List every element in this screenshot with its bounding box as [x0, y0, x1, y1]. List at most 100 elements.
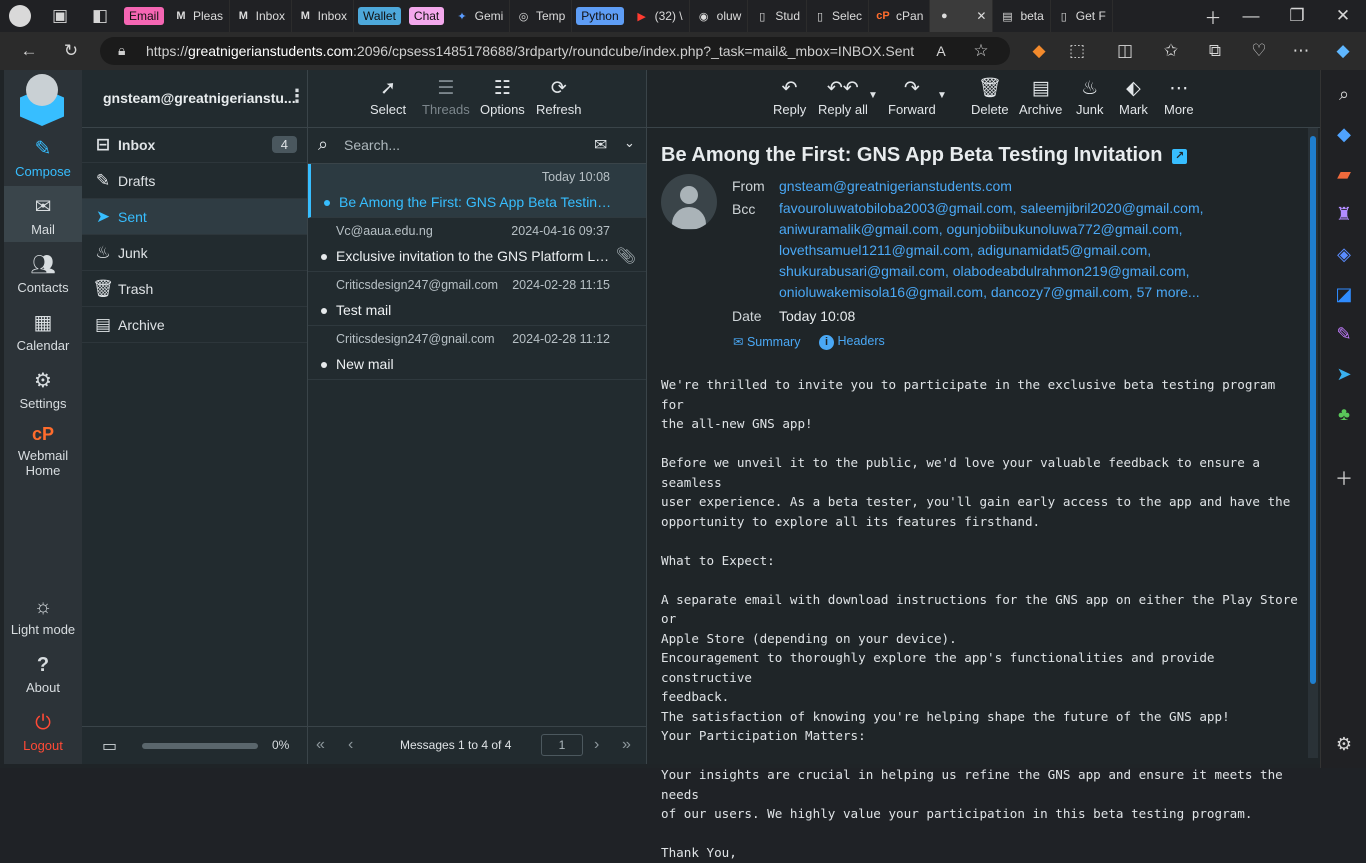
folder-inbox[interactable]: ⊟ Inbox 4	[82, 127, 307, 163]
sidebar-settings-icon[interactable]: ⚙	[1321, 724, 1366, 764]
outlook-icon[interactable]: ◪	[1321, 274, 1366, 314]
chevron-down-icon[interactable]: ⌄	[624, 135, 635, 151]
split-screen-icon[interactable]: ◫	[1112, 38, 1138, 64]
bcc-list[interactable]: favouroluwatobiloba2003@gmail.com, salee…	[779, 198, 1204, 303]
more-button[interactable]: ⋯ More	[1164, 76, 1194, 117]
folder-junk[interactable]: ♨ Junk	[82, 235, 307, 271]
browser-tab[interactable]: M Pleas	[168, 0, 231, 32]
headers-link[interactable]: i Headers	[819, 334, 885, 350]
threads-button[interactable]: ☰ Threads	[422, 76, 470, 117]
bcc-line[interactable]: onioluwakemisola16@gmail.com, dancozy7@g…	[779, 282, 1204, 303]
reply-all-button[interactable]: ↶↶ Reply all	[818, 76, 868, 117]
back-icon[interactable]: ←	[14, 36, 44, 66]
settings-more-icon[interactable]: ⋯	[1288, 38, 1314, 64]
shopping-tag-icon[interactable]: ◆	[1321, 114, 1366, 154]
browser-tab[interactable]: ▤ beta	[993, 0, 1051, 32]
close-tab-icon[interactable]: ✕	[976, 9, 986, 23]
url-field[interactable]: 🔒︎ https://greatnigerianstudents.com:209…	[100, 37, 1010, 65]
reply-button[interactable]: ↶ Reply	[773, 76, 806, 117]
tree-icon[interactable]: ♣	[1321, 394, 1366, 434]
mark-button[interactable]: ⬖ Mark	[1119, 76, 1148, 117]
bcc-line[interactable]: lovethsamuel1211@gmail.com, adigunamidat…	[779, 240, 1204, 261]
account-menu-icon[interactable]: ⋮	[288, 86, 306, 107]
browser-essentials-icon[interactable]: ♡	[1246, 38, 1272, 64]
metamask-icon[interactable]: ◆	[1026, 38, 1052, 64]
archive-button[interactable]: ▤ Archive	[1019, 76, 1062, 117]
telegram-icon[interactable]: ➤	[1321, 354, 1366, 394]
bcc-line[interactable]: aniwuramalik@gmail.com, ogunjobiibukunol…	[779, 219, 1204, 240]
message-row[interactable]: Criticsdesign247@gnail.com 2024-02-28 11…	[308, 326, 646, 380]
workspaces-icon[interactable]: ▣	[40, 0, 80, 32]
minimize-icon[interactable]: —	[1228, 0, 1274, 32]
browser-tab[interactable]: ▯ Stud	[748, 0, 808, 32]
nav-webmail-home[interactable]: cP Webmail Home	[4, 424, 82, 478]
envelope-filter-icon[interactable]: ✉	[594, 135, 607, 155]
browser-tab[interactable]: ✦ Gemi	[448, 0, 511, 32]
browser-tab[interactable]: ◉ oluw	[690, 0, 749, 32]
refresh-button[interactable]: ⟳ Refresh	[536, 76, 582, 117]
tab-group-label[interactable]: Email	[124, 7, 165, 25]
browser-tab[interactable]: ▯ Get F	[1051, 0, 1113, 32]
from-address[interactable]: gnsteam@greatnigerianstudents.com	[779, 178, 1012, 194]
page-number-input[interactable]: 1	[541, 734, 583, 756]
browser-tab[interactable]: ▶ (32) \	[628, 0, 690, 32]
folder-sent[interactable]: ➤ Sent	[82, 199, 307, 235]
microsoft-365-icon[interactable]: ◈	[1321, 234, 1366, 274]
browser-tab[interactable]: M Inbox	[230, 0, 293, 32]
extensions-icon[interactable]: ⬚	[1064, 38, 1090, 64]
profile-icon[interactable]	[0, 0, 40, 32]
add-sidebar-app-icon[interactable]: ＋	[1321, 458, 1366, 498]
reply-all-dropdown-icon[interactable]: ▼	[868, 90, 878, 101]
tab-group-label[interactable]: Python	[576, 7, 624, 25]
nav-contacts[interactable]: 👥︎ Contacts	[4, 252, 82, 295]
options-button[interactable]: ☷ Options	[480, 76, 525, 117]
browser-tab[interactable]: ◎ Temp	[510, 0, 573, 32]
search-bar[interactable]: ⌕ Search... ✉ ⌄	[308, 128, 646, 164]
tab-actions-icon[interactable]: ◧	[80, 0, 120, 32]
nav-calendar[interactable]: ▦ Calendar	[4, 310, 82, 353]
tools-briefcase-icon[interactable]: ▰	[1321, 154, 1366, 194]
read-aloud-icon[interactable]: A	[928, 38, 954, 64]
browser-tab[interactable]: ▯ Selec	[807, 0, 870, 32]
scrollbar-thumb[interactable]	[1310, 136, 1316, 684]
last-page-icon[interactable]: »	[622, 736, 631, 754]
designer-icon[interactable]: ✎	[1321, 314, 1366, 354]
forward-button[interactable]: ↷ Forward	[888, 76, 936, 117]
close-window-icon[interactable]: ✕	[1320, 0, 1366, 32]
reload-icon[interactable]: ↻	[56, 36, 86, 66]
bcc-line[interactable]: shukurabusari@gmail.com, olabodeabdulrah…	[779, 261, 1204, 282]
tab-group-label[interactable]: Wallet	[358, 7, 401, 25]
collections-icon[interactable]: ⧉	[1202, 38, 1228, 64]
games-icon[interactable]: ♜	[1321, 194, 1366, 234]
browser-tab[interactable]: cP cPan	[869, 0, 931, 32]
junk-button[interactable]: ♨ Junk	[1076, 76, 1103, 117]
new-tab-icon[interactable]: ＋	[1198, 0, 1228, 32]
folder-drafts[interactable]: ✎ Drafts	[82, 163, 307, 199]
prev-page-icon[interactable]: ‹	[348, 736, 353, 754]
message-row[interactable]: Today 10:08 Be Among the First: GNS App …	[308, 164, 646, 218]
scrollbar-track[interactable]	[1308, 128, 1318, 758]
search-icon[interactable]: ⌕	[1321, 74, 1366, 114]
nav-mail[interactable]: ✉ Mail	[4, 186, 82, 242]
logout-button[interactable]: ⏻ Logout	[4, 712, 82, 753]
message-row[interactable]: Criticsdesign247@gmail.com 2024-02-28 11…	[308, 272, 646, 326]
browser-tab[interactable]: ● ✕	[930, 0, 994, 32]
first-page-icon[interactable]: «	[316, 736, 325, 754]
folder-archive[interactable]: ▤ Archive	[82, 307, 307, 343]
select-button[interactable]: ➚ Select	[370, 76, 406, 117]
restore-icon[interactable]: ❐	[1274, 0, 1320, 32]
bcc-line[interactable]: favouroluwatobiloba2003@gmail.com, salee…	[779, 198, 1204, 219]
summary-link[interactable]: ✉ Summary	[733, 334, 800, 349]
message-row[interactable]: Vc@aaua.edu.ng 2024-04-16 09:37 Exclusiv…	[308, 218, 646, 272]
search-input[interactable]: Search...	[344, 137, 400, 153]
browser-tab[interactable]: M Inbox	[292, 0, 355, 32]
favorite-star-icon[interactable]: ☆	[968, 38, 994, 64]
folder-trash[interactable]: 🗑︎ Trash	[82, 271, 307, 307]
copilot-icon[interactable]: ◆	[1330, 38, 1356, 64]
nav-settings[interactable]: ⚙ Settings	[4, 368, 82, 411]
open-external-icon[interactable]: ↗	[1172, 149, 1188, 164]
favorites-icon[interactable]: ✩	[1158, 38, 1184, 64]
delete-button[interactable]: 🗑︎ Delete	[971, 76, 1009, 117]
forward-dropdown-icon[interactable]: ▼	[937, 90, 947, 101]
compose-button[interactable]: ✎ Compose	[4, 136, 82, 179]
